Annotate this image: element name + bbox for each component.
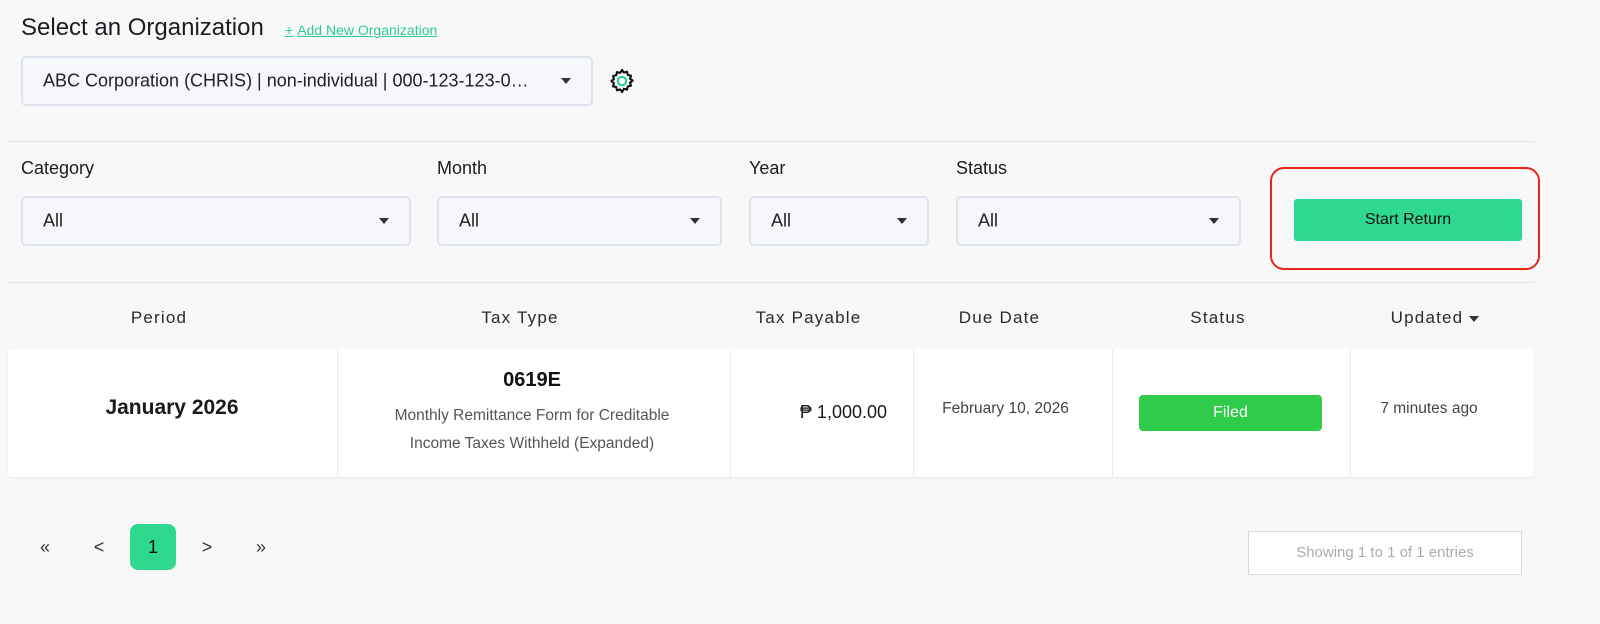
row-due-date: February 10, 2026 <box>942 400 1069 417</box>
month-label: Month <box>437 158 488 178</box>
year-select-value: All <box>771 210 792 231</box>
category-select[interactable]: All <box>21 196 411 246</box>
organization-select-value: ABC Corporation (CHRIS) | non-individual… <box>43 70 529 91</box>
start-return-button[interactable]: Start Return <box>1294 199 1522 241</box>
category-label: Category <box>21 158 95 178</box>
organization-select[interactable]: ABC Corporation (CHRIS) | non-individual… <box>21 56 593 106</box>
chevron-down-icon <box>379 218 389 224</box>
pagination-page-1[interactable]: 1 <box>130 524 176 570</box>
cell-divider <box>1112 349 1113 477</box>
add-organization-link[interactable]: + Add New Organization <box>285 22 437 38</box>
year-label: Year <box>749 158 786 178</box>
gear-icon[interactable] <box>608 67 636 95</box>
entries-summary: Showing 1 to 1 of 1 entries <box>1248 531 1522 575</box>
column-header-tax-type: Tax Type <box>481 308 559 327</box>
month-select[interactable]: All <box>437 196 722 246</box>
pagination-last-button[interactable]: » <box>238 524 284 570</box>
column-header-updated-label: Updated <box>1390 308 1464 327</box>
row-tax-code: 0619E <box>503 369 561 391</box>
divider <box>8 141 1534 142</box>
row-period: January 2026 <box>105 396 239 419</box>
status-select[interactable]: All <box>956 196 1241 246</box>
column-header-tax-payable: Tax Payable <box>755 308 862 327</box>
page-title: Select an Organization <box>21 14 264 41</box>
year-select[interactable]: All <box>749 196 929 246</box>
row-tax-description-line-1: Monthly Remittance Form for Creditable <box>394 407 670 424</box>
sort-down-icon <box>1469 315 1480 322</box>
add-organization-label: Add New Organization <box>297 22 438 38</box>
status-select-value: All <box>978 210 999 231</box>
chevron-down-icon <box>897 218 907 224</box>
chevron-down-icon <box>690 218 700 224</box>
column-header-due-date: Due Date <box>958 308 1041 327</box>
chevron-down-icon <box>561 78 571 84</box>
divider <box>8 282 1534 283</box>
row-tax-description: Monthly Remittance Form for Creditable I… <box>337 402 727 458</box>
pagination-next-button[interactable]: > <box>184 524 230 570</box>
status-label: Status <box>956 158 1008 178</box>
chevron-down-icon <box>1209 218 1219 224</box>
month-select-value: All <box>459 210 480 231</box>
plus-icon: + <box>285 22 294 38</box>
pagination-prev-button[interactable]: < <box>76 524 122 570</box>
row-tax-payable: ₱ 1,000.00 <box>799 402 887 422</box>
column-header-updated[interactable]: Updated <box>1350 308 1520 328</box>
pagination-first-button[interactable]: « <box>22 524 68 570</box>
status-badge[interactable]: Filed <box>1139 395 1322 431</box>
column-header-status: Status <box>1190 308 1246 327</box>
row-updated: 7 minutes ago <box>1380 400 1478 417</box>
row-tax-description-line-2: Income Taxes Withheld (Expanded) <box>409 435 655 452</box>
column-header-period: Period <box>130 308 188 327</box>
category-select-value: All <box>43 210 64 231</box>
